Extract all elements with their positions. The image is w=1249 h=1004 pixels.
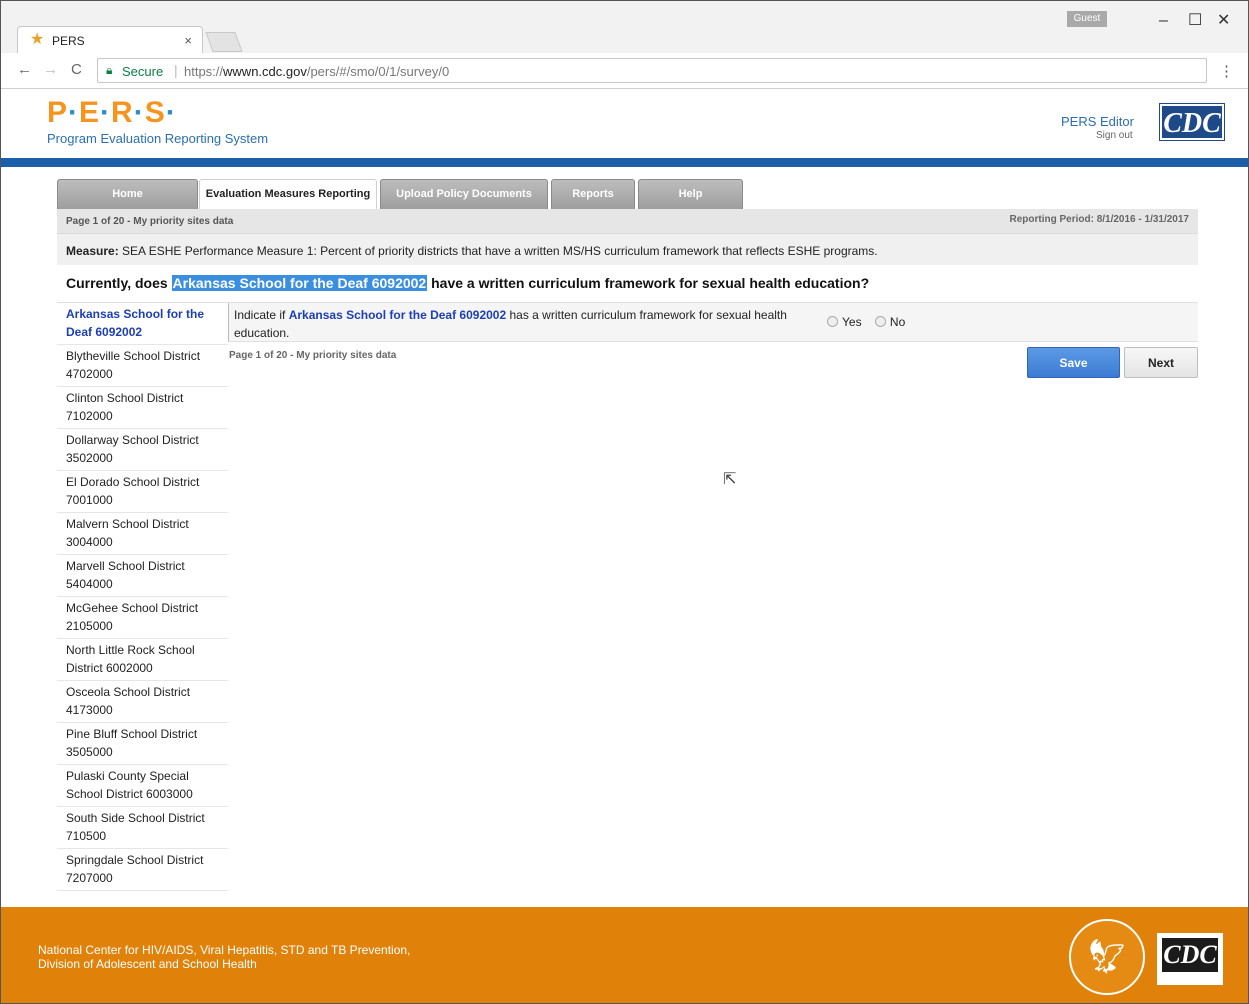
site-footer: National Center for HIV/AIDS, Viral Hepa… — [1, 907, 1248, 1003]
sidebar-site-item[interactable]: Blytheville School District 4702000 — [57, 345, 228, 387]
logo-letter-e: E — [79, 96, 101, 129]
measure-text: SEA ESHE Performance Measure 1: Percent … — [118, 244, 878, 258]
footer-line-1: National Center for HIV/AIDS, Viral Hepa… — [38, 943, 411, 957]
tab-reports[interactable]: Reports — [551, 179, 635, 209]
lock-icon: 🔒︎ — [106, 63, 113, 77]
sidebar-site-item[interactable]: McGehee School District 2105000 — [57, 597, 228, 639]
cdc-footer-logo[interactable]: CDC — [1157, 933, 1223, 985]
prompt-prefix: Indicate if — [234, 308, 289, 322]
browser-toolbar: ← → C 🔒︎ Secure | https://wwwn.cdc.gov/p… — [1, 53, 1248, 89]
mouse-cursor-icon: ⇱ — [723, 471, 737, 488]
question-prefix: Currently, does — [66, 275, 172, 291]
address-bar[interactable]: 🔒︎ Secure | https://wwwn.cdc.gov/pers/#/… — [97, 58, 1207, 83]
maximize-icon[interactable]: ☐ — [1188, 13, 1202, 29]
site-list: Arkansas School for the Deaf 6092002 Blyt… — [57, 303, 228, 891]
browser-menu-icon[interactable]: ⋮ — [1219, 62, 1234, 80]
logo-dot: · — [133, 96, 145, 129]
secure-label: Secure — [122, 64, 164, 79]
sidebar-site-item[interactable]: Dollarway School District 3502000 — [57, 429, 228, 471]
sidebar-site-item[interactable]: Marvell School District 5404000 — [57, 555, 228, 597]
sidebar-site-item[interactable]: Osceola School District 4173000 — [57, 681, 228, 723]
header-divider-bar — [1, 158, 1248, 167]
sidebar-site-item[interactable]: North Little Rock School District 600200… — [57, 639, 228, 681]
browser-titlebar: ★ PERS × Guest – ☐ ✕ — [1, 1, 1248, 54]
no-label[interactable]: No — [890, 315, 905, 329]
sidebar-site-item[interactable]: South Side School District 710500 — [57, 807, 228, 849]
cdc-logo[interactable]: CDC — [1159, 103, 1225, 141]
pers-logo[interactable]: P·E·R·S· — [47, 97, 177, 129]
url-host: wwwn.cdc.gov — [223, 64, 307, 79]
hhs-seal-icon[interactable]: 🦅︎ — [1069, 919, 1145, 995]
browser-tab[interactable]: ★ PERS × — [17, 26, 203, 54]
page-info-bottom: Page 1 of 20 - My priority sites data — [229, 350, 397, 361]
measure-label: Measure: — [66, 244, 119, 258]
sidebar-site-item[interactable]: Springdale School District 7207000 — [57, 849, 228, 891]
logo-letter-p: P — [47, 96, 69, 129]
address-separator: | — [174, 62, 178, 78]
sign-out-link[interactable]: Sign out — [1096, 130, 1133, 141]
logo-dot: · — [68, 96, 80, 129]
forward-icon[interactable]: → — [43, 62, 58, 78]
url-text: https://wwwn.cdc.gov/pers/#/smo/0/1/surv… — [184, 64, 449, 79]
site-header: P·E·R·S· Program Evaluation Reporting Sy… — [1, 90, 1248, 157]
tab-close-icon[interactable]: × — [184, 33, 192, 48]
logo-subtitle: Program Evaluation Reporting System — [47, 131, 269, 146]
star-favicon-icon: ★ — [30, 31, 45, 48]
tab-title: PERS — [52, 34, 85, 48]
question-heading: Currently, does Arkansas School for the … — [57, 265, 1198, 303]
measure-text-wrap: Measure: SEA ESHE Performance Measure 1:… — [66, 244, 878, 258]
browser-window: ★ PERS × Guest – ☐ ✕ ← → C 🔒︎ Secure | h… — [0, 0, 1249, 1004]
footer-text: National Center for HIV/AIDS, Viral Hepa… — [38, 943, 410, 971]
minimize-icon[interactable]: – — [1159, 13, 1168, 29]
sidebar-site-item[interactable]: Malvern School District 3004000 — [57, 513, 228, 555]
reload-icon[interactable]: C — [71, 62, 82, 78]
next-button[interactable]: Next — [1124, 347, 1198, 378]
page-info-bar: Page 1 of 20 - My priority sites data Re… — [57, 209, 1198, 233]
cdc-footer-text: CDC — [1162, 938, 1218, 972]
yes-label[interactable]: Yes — [842, 315, 862, 329]
close-icon[interactable]: ✕ — [1217, 13, 1230, 29]
logo-letter-r: R — [111, 96, 134, 129]
question-site-highlight: Arkansas School for the Deaf 6092002 — [171, 275, 428, 291]
save-button[interactable]: Save — [1027, 347, 1120, 378]
tab-upload-policy-documents[interactable]: Upload Policy Documents — [380, 179, 548, 209]
logo-letter-s: S — [144, 96, 166, 129]
url-scheme: https:// — [184, 64, 224, 79]
sidebar-site-item[interactable]: El Dorado School District 7001000 — [57, 471, 228, 513]
back-icon[interactable]: ← — [17, 62, 32, 78]
question-text: Currently, does Arkansas School for the … — [66, 275, 869, 291]
prompt-site-name: Arkansas School for the Deaf 6092002 — [288, 308, 507, 322]
yes-radio[interactable] — [827, 316, 838, 327]
guest-profile-badge[interactable]: Guest — [1067, 11, 1107, 27]
pers-editor-link[interactable]: PERS Editor — [1061, 114, 1134, 129]
yes-no-radio-group: Yes No — [827, 315, 905, 329]
sidebar-site-item[interactable]: Pine Bluff School District 3505000 — [57, 723, 228, 765]
tab-evaluation-measures-reporting[interactable]: Evaluation Measures Reporting — [199, 179, 377, 210]
sidebar-site-item[interactable]: Arkansas School for the Deaf 6092002 — [57, 303, 228, 345]
new-tab-button[interactable] — [205, 32, 243, 52]
answer-row: Indicate if Arkansas School for the Deaf… — [228, 303, 1198, 342]
sidebar-site-item[interactable]: Pulaski County Special School District 6… — [57, 765, 228, 807]
tab-help[interactable]: Help — [638, 179, 743, 209]
logo-dot: · — [165, 96, 177, 129]
page-info: Page 1 of 20 - My priority sites data — [66, 216, 234, 227]
logo-dot: · — [100, 96, 112, 129]
question-suffix: have a written curriculum framework for … — [427, 275, 870, 291]
url-path: /pers/#/smo/0/1/survey/0 — [306, 64, 450, 79]
footer-line-2: Division of Adolescent and School Health — [38, 957, 257, 971]
measure-bar: Measure: SEA ESHE Performance Measure 1:… — [57, 233, 1198, 265]
answer-prompt: Indicate if Arkansas School for the Deaf… — [234, 306, 824, 342]
tab-home[interactable]: Home — [57, 179, 198, 209]
sidebar-site-item[interactable]: Clinton School District 7102000 — [57, 387, 228, 429]
reporting-period: Reporting Period: 8/1/2016 - 1/31/2017 — [1009, 214, 1189, 225]
no-radio[interactable] — [874, 316, 886, 327]
